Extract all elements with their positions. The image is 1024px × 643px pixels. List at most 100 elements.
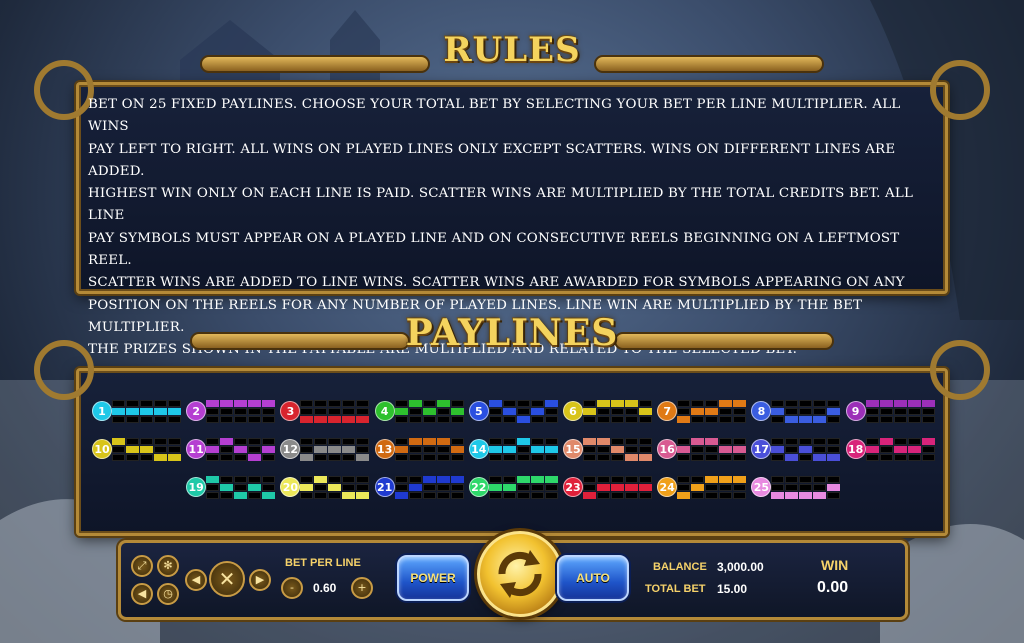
payline-cell: [342, 446, 356, 453]
close-icon[interactable]: ✕: [209, 561, 245, 597]
payline-cell: [785, 438, 799, 445]
payline-cell: [611, 400, 624, 407]
payline-cell: [691, 492, 705, 499]
payline-cell: [516, 408, 530, 415]
payline-cell: [502, 446, 516, 453]
payline-cell: [408, 416, 422, 423]
bet-plus-button[interactable]: +: [351, 577, 373, 599]
history-icon[interactable]: ◷: [157, 583, 179, 605]
gear-icon[interactable]: ✻: [157, 555, 179, 577]
payline-cell: [771, 454, 785, 461]
payline-cell: [677, 484, 691, 491]
payline-cell: [154, 446, 167, 453]
payline-cell: [530, 438, 544, 445]
payline-cell: [422, 400, 436, 407]
payline-cell: [112, 446, 125, 453]
payline-cell: [488, 484, 502, 491]
power-button[interactable]: POWER: [397, 555, 469, 601]
payline-cell: [450, 408, 464, 415]
auto-button[interactable]: AUTO: [557, 555, 629, 601]
payline-cell: [544, 446, 558, 453]
payline-cell: [436, 438, 450, 445]
payline-cell: [733, 476, 747, 483]
payline-cell: [677, 408, 691, 415]
payline-cell: [516, 492, 530, 499]
payline-cell: [544, 476, 558, 483]
payline-cell: [705, 400, 719, 407]
payline-pattern: [483, 436, 558, 462]
payline-cell: [719, 492, 733, 499]
payline-cell: [112, 438, 125, 445]
payline-cell: [314, 454, 328, 461]
payline-10: 10: [92, 436, 181, 462]
payline-cell: [488, 492, 502, 499]
payline-cell: [639, 438, 652, 445]
payline-pattern: [860, 398, 935, 424]
payline-cell: [328, 400, 342, 407]
payline-cell: [907, 446, 921, 453]
payline-cell: [314, 408, 328, 415]
payline-cell: [799, 492, 813, 499]
payline-pattern: [389, 436, 464, 462]
payline-cell: [488, 400, 502, 407]
payline-cell: [356, 454, 370, 461]
payline-15: 15: [563, 436, 652, 462]
payline-cell: [691, 416, 705, 423]
payline-cell: [733, 484, 747, 491]
payline-cell: [893, 416, 907, 423]
payline-14: 14: [468, 436, 558, 462]
fullscreen-icon[interactable]: ⤢: [131, 555, 153, 577]
payline-cell: [436, 454, 450, 461]
payline-cell: [436, 476, 450, 483]
payline-cell: [907, 416, 921, 423]
payline-cell: [813, 476, 827, 483]
payline-cell: [234, 408, 248, 415]
payline-16: 16: [657, 436, 747, 462]
payline-cell: [436, 446, 450, 453]
payline-cell: [422, 492, 436, 499]
payline-cell: [206, 400, 220, 407]
payline-cell: [639, 484, 652, 491]
spin-button[interactable]: [477, 531, 563, 617]
payline-cell: [126, 416, 139, 423]
bet-minus-button[interactable]: -: [281, 577, 303, 599]
payline-cell: [502, 400, 516, 407]
payline-2: 2: [186, 398, 276, 424]
payline-cell: [907, 408, 921, 415]
payline-cell: [328, 484, 342, 491]
payline-cell: [893, 400, 907, 407]
bet-per-line-value: 0.60: [313, 581, 337, 595]
payline-cell: [530, 476, 544, 483]
win-label: WIN: [821, 557, 849, 573]
payline-cell: [625, 408, 638, 415]
payline-cell: [691, 484, 705, 491]
payline-cell: [300, 400, 314, 407]
payline-pattern: [577, 474, 652, 500]
payline-cell: [827, 484, 841, 491]
payline-cell: [879, 438, 893, 445]
bet-per-line-label: BET PER LINE: [285, 557, 361, 569]
payline-cell: [639, 454, 652, 461]
payline-cell: [422, 408, 436, 415]
payline-cell: [168, 408, 181, 415]
payline-cell: [785, 408, 799, 415]
payline-cell: [450, 438, 464, 445]
payline-cell: [262, 416, 276, 423]
payline-cell: [356, 438, 370, 445]
arrow-left-icon[interactable]: ◀: [185, 569, 207, 591]
payline-cell: [220, 408, 234, 415]
payline-cell: [168, 416, 181, 423]
payline-cell: [248, 416, 262, 423]
payline-cell: [583, 400, 596, 407]
payline-cell: [799, 416, 813, 423]
payline-cell: [921, 438, 935, 445]
payline-25: 25: [751, 474, 841, 500]
payline-cell: [206, 416, 220, 423]
payline-number: 9: [845, 401, 866, 421]
payline-pattern: [389, 474, 464, 500]
payline-cell: [719, 416, 733, 423]
payline-cell: [342, 492, 356, 499]
payline-cell: [234, 484, 248, 491]
sound-icon[interactable]: ◀: [131, 583, 153, 605]
arrow-right-icon[interactable]: ▶: [249, 569, 271, 591]
